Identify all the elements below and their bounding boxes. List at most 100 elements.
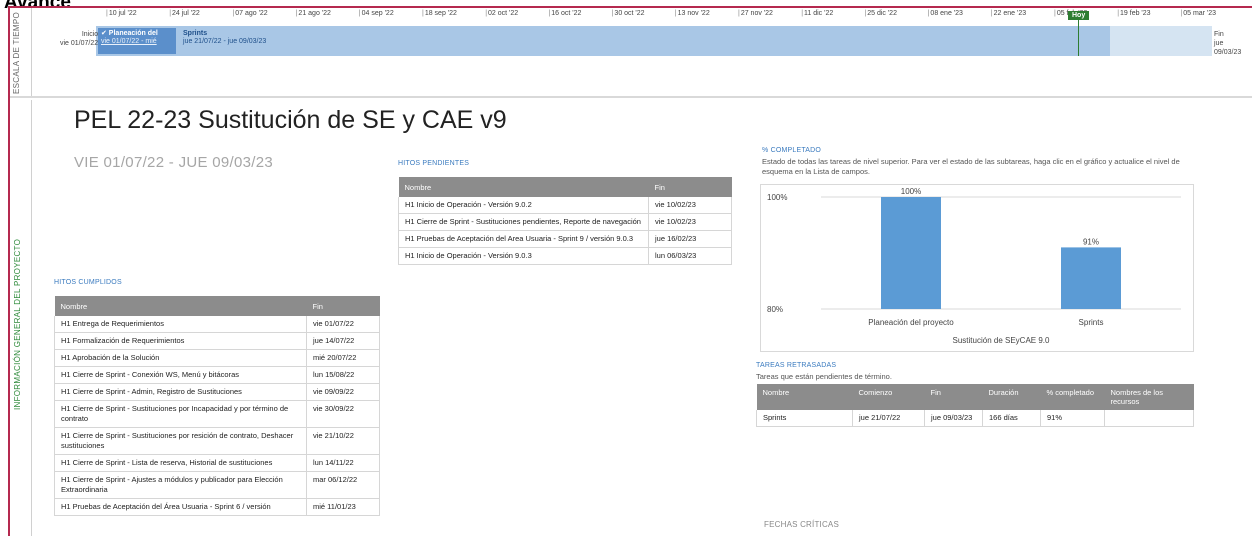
tareas-retrasadas-table[interactable]: Nombre Comienzo Fin Duración % completad… <box>756 384 1194 427</box>
table-cell: Sprints <box>756 410 853 427</box>
timeline-side-panel: ESCALA DE TIEMPO <box>10 8 32 96</box>
hitos-pendientes-table[interactable]: Nombre Fin H1 Inicio de Operación - Vers… <box>398 177 732 265</box>
column-header-completado[interactable]: % completado <box>1040 384 1105 410</box>
task-planeacion-name: ✔ Planeación del <box>101 30 158 37</box>
table-row[interactable]: H1 Pruebas de Aceptación del Area Usuari… <box>398 230 732 248</box>
x-tick-label: Sprints <box>1079 318 1104 327</box>
task-sprints-name: Sprints <box>183 30 208 37</box>
table-row[interactable]: H1 Cierre de Sprint - Sustituciones pend… <box>398 213 732 231</box>
hitos-pendientes-title: HITOS PENDIENTES <box>398 160 470 167</box>
table-row[interactable]: H1 Entrega de Requerimientos vie 01/07/22 <box>54 316 380 333</box>
column-header-nombre[interactable]: Nombre <box>756 384 853 410</box>
timeline-tick: 22 ene '23 <box>991 10 1026 17</box>
timeline-tick: 30 oct '22 <box>612 10 644 17</box>
completado-title: % COMPLETADO <box>762 147 822 154</box>
timeline-tick: 02 oct '22 <box>485 10 518 17</box>
tareas-retrasadas-subtitle: Tareas que están pendientes de término. <box>756 372 892 381</box>
task-sprints-dates: jue 21/07/22 - jue 09/03/23 <box>183 38 267 45</box>
table-cell <box>1104 410 1194 427</box>
timeline-side-label: ESCALA DE TIEMPO <box>12 11 21 94</box>
table-row[interactable]: H1 Cierre de Sprint - Ajustes a módulos … <box>54 471 380 499</box>
data-label: 91% <box>1083 237 1099 246</box>
table-cell: jue 21/07/22 <box>852 410 925 427</box>
table-row[interactable]: H1 Inicio de Operación - Versión 9.0.2 vi… <box>398 197 732 214</box>
timeline-task-planeacion[interactable]: ✔ Planeación del vie 01/07/22 - mié <box>98 28 176 54</box>
column-header-fin[interactable]: Fin <box>924 384 983 410</box>
data-label: 100% <box>901 187 921 196</box>
y-tick-label: 100% <box>767 193 787 202</box>
table-row[interactable]: H1 Pruebas de Aceptación del Área Usuari… <box>54 498 380 516</box>
column-header-recursos[interactable]: Nombres de los recursos <box>1104 384 1194 410</box>
table-row[interactable]: Sprints jue 21/07/22 jue 09/03/23 166 días 9… <box>756 410 1194 427</box>
table-row[interactable]: H1 Cierre de Sprint - Conexión WS, Menú … <box>54 366 380 384</box>
table-cell: vie 09/09/22 <box>306 383 380 401</box>
timeline-start: Inicio vie 01/07/22 <box>60 30 98 48</box>
table-cell: vie 21/10/22 <box>306 427 380 455</box>
timeline-start-date: vie 01/07/22 <box>60 40 99 47</box>
table-row[interactable]: H1 Inicio de Operación - Versión 9.0.3 lu… <box>398 247 732 265</box>
table-row[interactable]: H1 Aprobación de la Solución mié 20/07/22 <box>54 349 380 367</box>
timeline-end-date: jue 09/03/23 <box>1214 40 1242 56</box>
timeline-tick: 13 nov '22 <box>675 10 710 17</box>
column-header-fin[interactable]: Fin <box>306 296 380 316</box>
timeline-tick: 16 oct '22 <box>548 10 581 17</box>
table-cell: H1 Entrega de Requerimientos <box>54 316 307 333</box>
timeline-tick: 24 jul '22 <box>169 10 200 17</box>
timeline-task-sprints[interactable]: Sprints jue 21/07/22 - jue 09/03/23 <box>180 28 340 54</box>
table-cell: lun 06/03/23 <box>648 247 732 265</box>
today-badge: Hoy <box>1068 11 1090 20</box>
hitos-cumplidos-table[interactable]: Nombre Fin H1 Entrega de Requerimientos v… <box>54 296 380 516</box>
timeline-tick: 05 mar '23 <box>1180 10 1216 17</box>
report-dates: VIE 01/07/22 - JUE 09/03/23 <box>74 154 274 171</box>
table-header-row: Nombre Comienzo Fin Duración % completad… <box>756 384 1194 410</box>
table-row[interactable]: H1 Cierre de Sprint - Sustituciones por … <box>54 400 380 428</box>
timeline-tick: 19 feb '23 <box>1117 10 1151 17</box>
timeline-tick: 04 sep '22 <box>359 10 394 17</box>
column-header-fin[interactable]: Fin <box>648 177 732 197</box>
table-cell: H1 Inicio de Operación - Versión 9.0.3 <box>398 247 649 265</box>
project-info-sidebar: INFORMACIÓN GENERAL DEL PROYECTO <box>10 100 32 536</box>
table-cell: H1 Cierre de Sprint - Ajustes a módulos … <box>54 471 307 499</box>
table-row[interactable]: H1 Cierre de Sprint - Lista de reserva, … <box>54 454 380 472</box>
table-row[interactable]: H1 Formalización de Requerimientos jue 14… <box>54 332 380 350</box>
bar <box>881 197 941 309</box>
table-row[interactable]: H1 Cierre de Sprint - Admin, Registro de… <box>54 383 380 401</box>
table-cell: H1 Inicio de Operación - Versión 9.0.2 <box>398 197 649 214</box>
table-cell: vie 10/02/23 <box>648 213 732 231</box>
timeline-tick: 21 ago '22 <box>296 10 330 17</box>
table-cell: jue 14/07/22 <box>306 332 380 350</box>
timeline-end-label: Fin <box>1214 31 1224 38</box>
table-cell: H1 Cierre de Sprint - Admin, Registro de… <box>54 383 307 401</box>
table-cell: jue 09/03/23 <box>924 410 983 427</box>
table-cell: H1 Formalización de Requerimientos <box>54 332 307 350</box>
table-cell: mié 20/07/22 <box>306 349 380 367</box>
table-header-row: Nombre Fin <box>54 296 380 316</box>
table-cell: H1 Pruebas de Aceptación del Área Usuari… <box>54 498 307 516</box>
completado-subtitle: Estado de todas las tareas de nivel supe… <box>762 157 1180 176</box>
timeline-tick: 08 ene '23 <box>928 10 962 17</box>
report-page: Avance ESCALA DE TIEMPO 10 jul '2224 jul… <box>0 0 1252 536</box>
table-cell: H1 Cierre de Sprint - Sustituciones por … <box>54 427 307 455</box>
column-header-comienzo[interactable]: Comienzo <box>852 384 925 410</box>
column-header-duracion[interactable]: Duración <box>982 384 1041 410</box>
table-cell: vie 01/07/22 <box>306 316 380 333</box>
timeline-tick: 11 dic '22 <box>801 10 833 17</box>
table-header-row: Nombre Fin <box>398 177 732 197</box>
table-cell: vie 10/02/23 <box>648 197 732 214</box>
table-row[interactable]: H1 Cierre de Sprint - Sustituciones por … <box>54 427 380 455</box>
fechas-criticas-title: FECHAS CRÍTICAS <box>764 520 840 529</box>
timeline-tick: 18 sep '22 <box>422 10 457 17</box>
table-cell: H1 Cierre de Sprint - Sustituciones pend… <box>398 213 649 231</box>
column-header-nombre[interactable]: Nombre <box>398 177 649 197</box>
table-cell: mar 06/12/22 <box>306 471 380 499</box>
table-cell: vie 30/09/22 <box>306 400 380 428</box>
table-cell: H1 Pruebas de Aceptación del Area Usuari… <box>398 230 649 248</box>
timeline-tick: 25 dic '22 <box>864 10 897 17</box>
today-marker-line <box>1078 18 1079 56</box>
timeline[interactable]: ESCALA DE TIEMPO 10 jul '22 24 jul '22 07 … <box>10 8 1252 98</box>
column-header-nombre[interactable]: Nombre <box>54 296 307 316</box>
table-cell: lun 14/11/22 <box>306 454 380 472</box>
project-info-label: INFORMACIÓN GENERAL DEL PROYECTO <box>13 238 22 410</box>
completado-chart[interactable]: 100% 80% 100% Planeación del proyecto 91% Spr… <box>760 184 1194 352</box>
report-title[interactable]: PEL 22-23 Sustitución de SE y CAE v9 <box>74 106 507 135</box>
